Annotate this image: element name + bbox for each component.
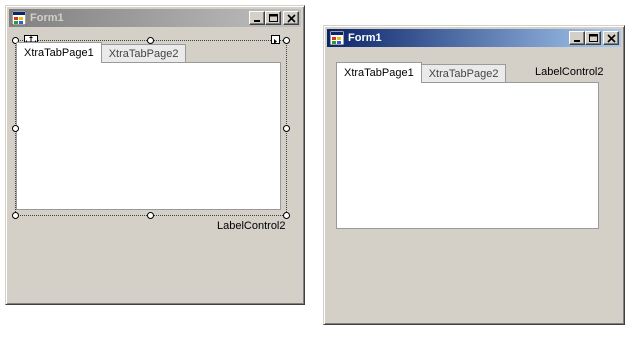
form-title: Form1 [30,12,64,24]
close-icon [607,34,616,43]
tab-page-content [336,82,599,229]
form-app-icon [12,11,26,25]
smart-tag-icon[interactable] [271,35,280,44]
resize-grip-bottom-left[interactable] [12,212,19,219]
designer-form-window: Form1 XtraTabPage1 XtraTabPage2 LabelCon… [5,5,305,305]
selection-border [15,40,287,216]
minimize-icon [254,20,260,22]
tab-xtratabpage1[interactable]: XtraTabPage1 [336,62,422,83]
label-control-2[interactable]: LabelControl2 [217,220,286,232]
tab-strip: XtraTabPage1 XtraTabPage2 [336,62,507,83]
close-icon [287,14,296,23]
minimize-button[interactable] [569,31,585,45]
resize-grip-left[interactable] [12,125,19,132]
close-button[interactable] [603,31,619,45]
runtime-form-titlebar[interactable]: Form1 [327,29,621,47]
tab-xtratabpage1[interactable]: XtraTabPage1 [16,42,102,63]
minimize-button[interactable] [249,11,265,25]
form-title: Form1 [348,32,382,44]
form-app-icon [330,31,344,45]
maximize-icon [589,34,598,42]
minimize-icon [574,40,580,42]
maximize-icon [269,14,278,22]
label-control-2[interactable]: LabelControl2 [535,66,604,78]
close-button[interactable] [283,11,299,25]
maximize-button[interactable] [585,31,601,45]
resize-grip-right[interactable] [283,125,290,132]
resize-grip-bottom[interactable] [147,212,154,219]
runtime-form-window: Form1 XtraTabPage1 XtraTabPage2 LabelCon… [323,25,625,325]
maximize-button[interactable] [265,11,281,25]
resize-grip-top[interactable] [147,37,154,44]
tab-xtratabpage2[interactable]: XtraTabPage2 [420,64,507,83]
designer-form-titlebar[interactable]: Form1 [9,9,301,27]
resize-grip-top-right[interactable] [283,37,290,44]
resize-grip-bottom-right[interactable] [283,212,290,219]
